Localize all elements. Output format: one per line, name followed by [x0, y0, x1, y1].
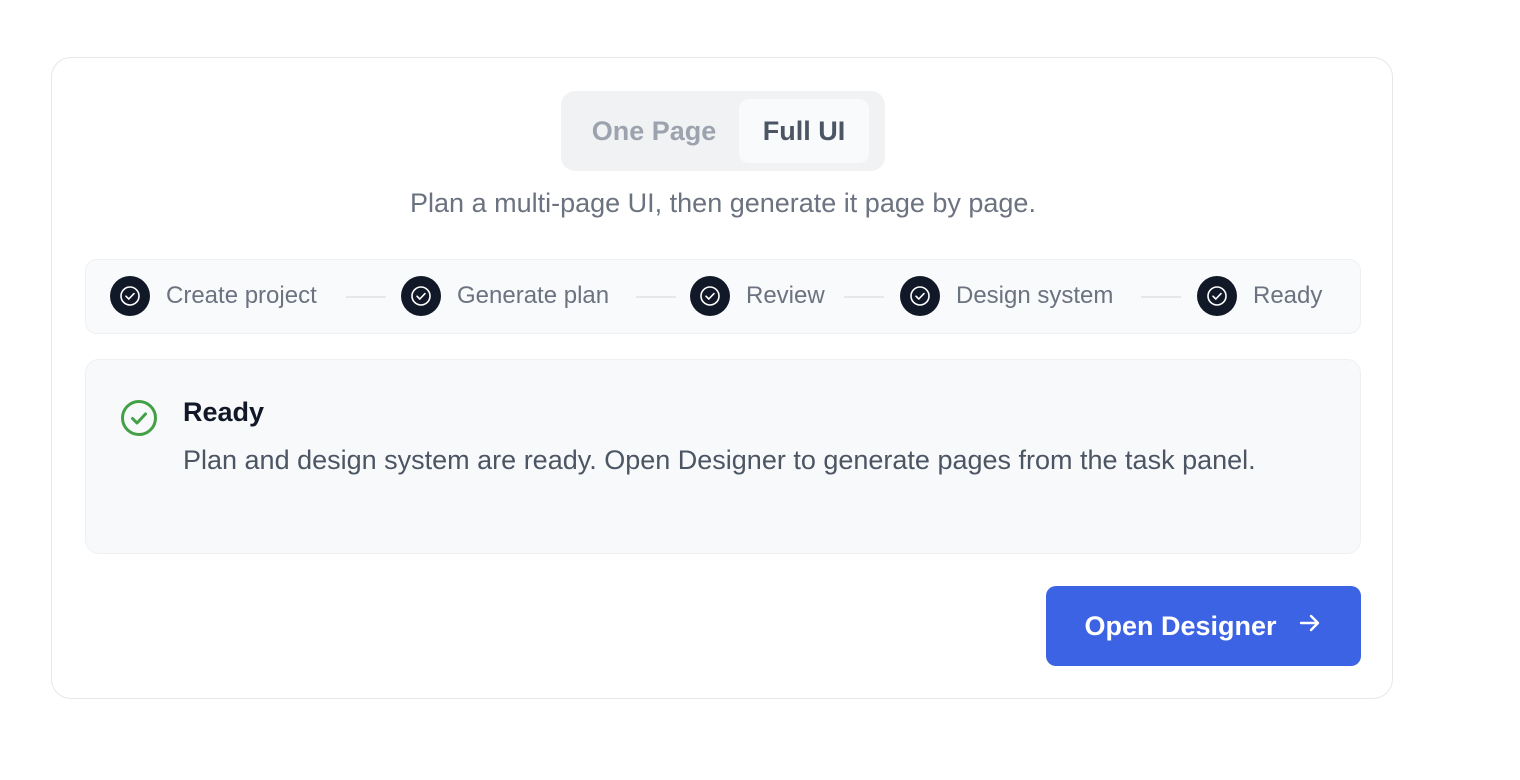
- check-icon: [900, 276, 940, 316]
- step-label: Review: [746, 282, 825, 309]
- check-icon: [110, 276, 150, 316]
- step-generate-plan: Generate plan: [401, 260, 609, 332]
- step-label: Generate plan: [457, 282, 610, 309]
- arrow-right-icon: [1297, 610, 1323, 643]
- step-ready: Ready: [1197, 260, 1322, 332]
- step-create-project: Create project: [110, 260, 317, 332]
- check-icon: [401, 276, 441, 316]
- check-circle-icon: [119, 398, 159, 438]
- status-message: Plan and design system are ready. Open D…: [183, 445, 1256, 475]
- status-panel: Ready Plan and design system are ready. …: [85, 359, 1361, 554]
- step-connector: [844, 296, 884, 298]
- full-ui-wizard-card: One Page Full UI Plan a multi-page UI, t…: [51, 57, 1393, 699]
- step-review: Review: [690, 260, 825, 332]
- mode-description: Plan a multi-page UI, then generate it p…: [410, 188, 1036, 218]
- step-design-system: Design system: [900, 260, 1113, 332]
- step-connector: [346, 296, 386, 298]
- open-designer-button[interactable]: Open Designer: [1046, 586, 1361, 666]
- step-connector: [636, 296, 676, 298]
- step-label: Create project: [166, 282, 317, 309]
- mode-option-full-ui[interactable]: Full UI: [739, 99, 869, 163]
- mode-toggle: One Page Full UI: [561, 91, 885, 171]
- open-designer-label: Open Designer: [1084, 610, 1277, 641]
- status-title: Ready: [183, 397, 265, 427]
- check-icon: [1197, 276, 1237, 316]
- step-label: Design system: [956, 282, 1114, 309]
- step-label: Ready: [1253, 282, 1323, 309]
- step-connector: [1141, 296, 1181, 298]
- progress-stepper: Create project Generate plan Review Desi…: [85, 259, 1361, 334]
- check-icon: [690, 276, 730, 316]
- mode-option-one-page[interactable]: One Page: [569, 99, 739, 163]
